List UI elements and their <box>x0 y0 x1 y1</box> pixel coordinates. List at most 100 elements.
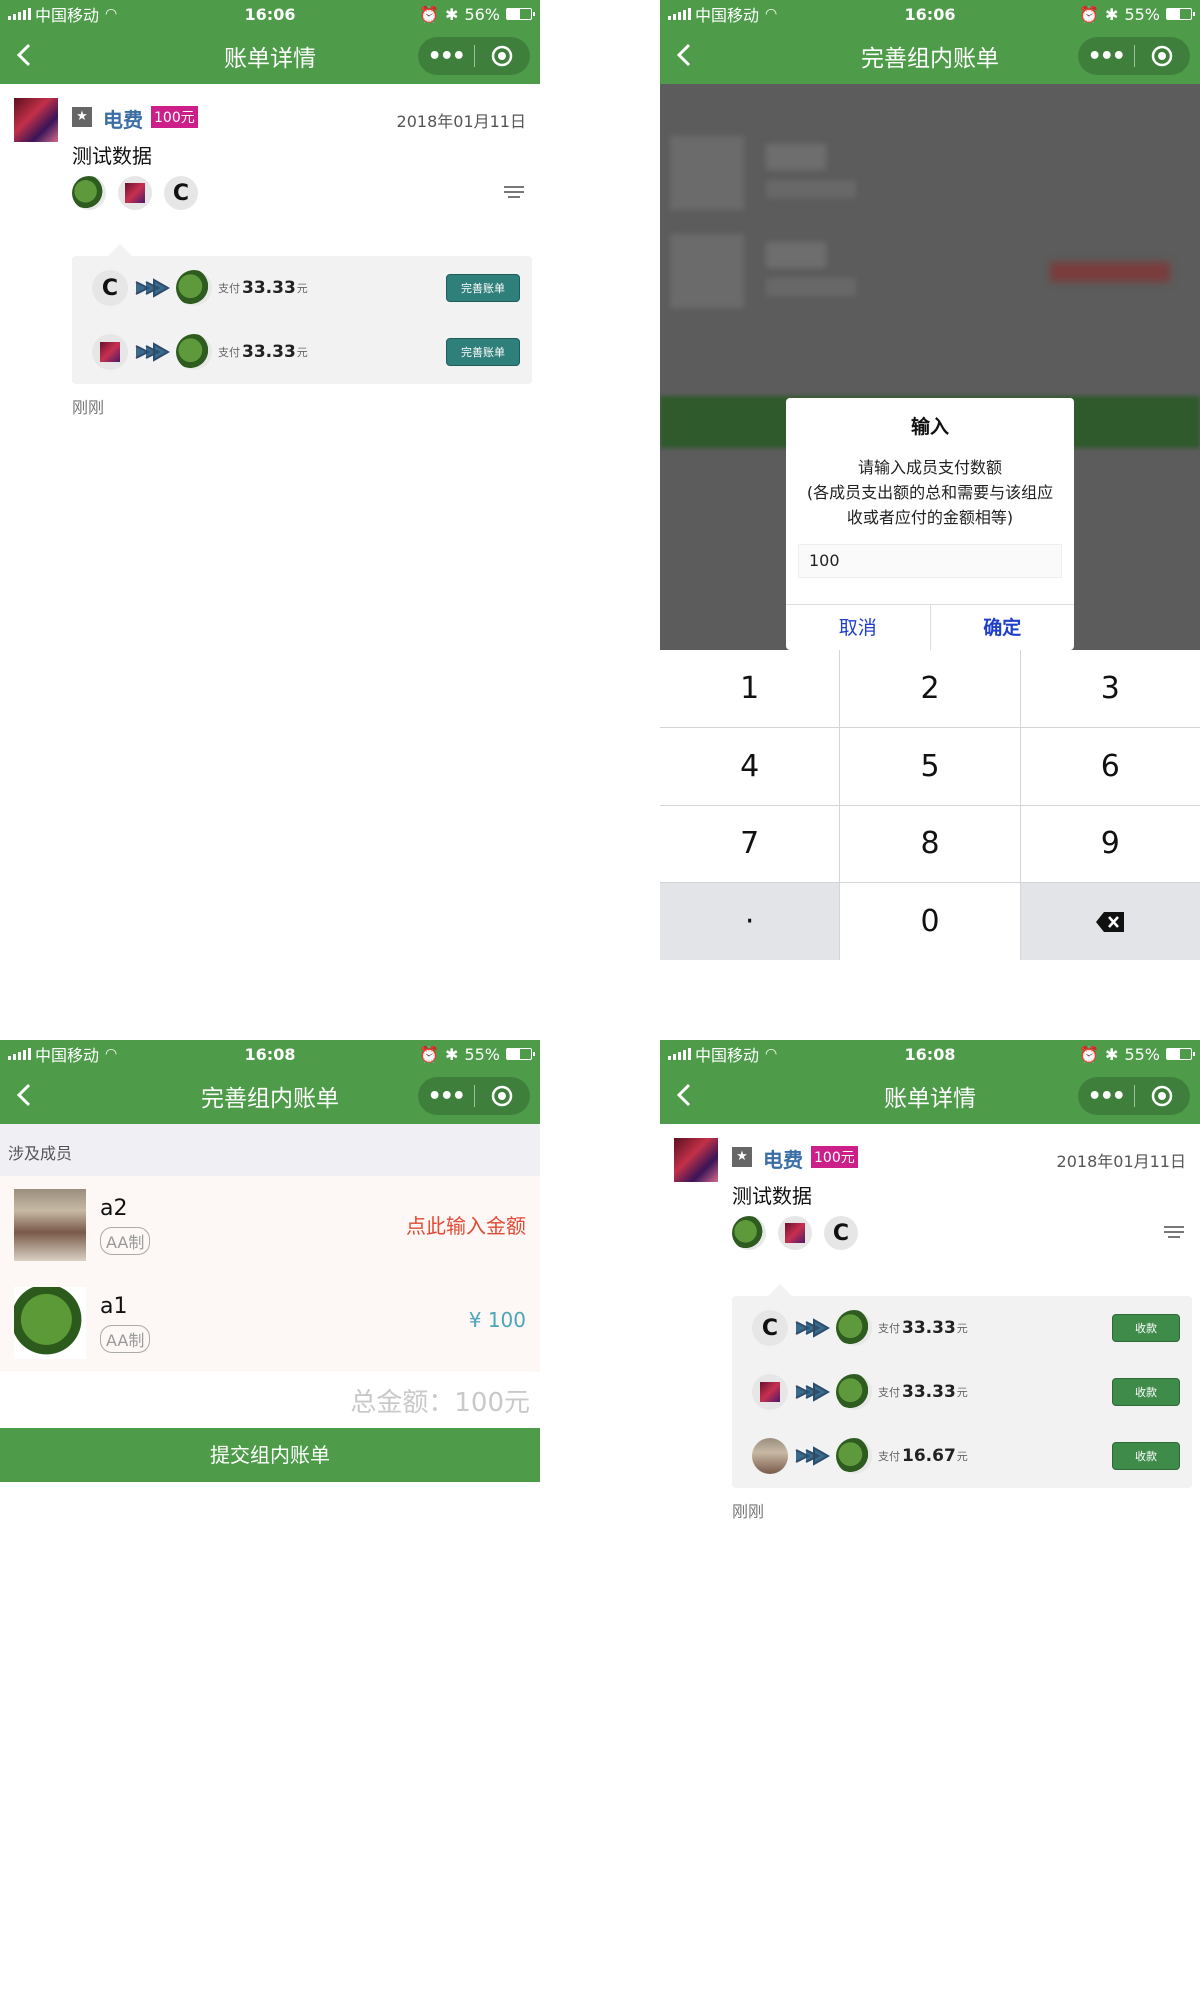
bill-thumbnail <box>674 1138 718 1182</box>
key-8[interactable]: 8 <box>840 805 1020 883</box>
avatar-picture[interactable] <box>118 176 152 210</box>
avatar-frog <box>836 1438 872 1474</box>
wifi-icon: ◠ <box>105 6 118 22</box>
amount-badge: 100元 <box>151 106 198 128</box>
signal-icon <box>8 1048 31 1060</box>
complete-bill-button[interactable]: 完善账单 <box>446 338 520 366</box>
key-1[interactable]: 1 <box>660 650 840 727</box>
member-avatars: C <box>72 176 198 210</box>
wifi-icon: ◠ <box>765 6 778 22</box>
payment-row: 支付 16.67 元 收款 <box>732 1424 1192 1488</box>
status-bar: 中国移动 ◠ 16:08 ⏰ ✱ 55% <box>660 1040 1200 1068</box>
pay-amount: 33.33 <box>242 342 296 362</box>
collect-button[interactable]: 收款 <box>1112 1314 1180 1342</box>
avatar-frog <box>176 334 212 370</box>
cancel-button[interactable]: 取消 <box>786 605 930 650</box>
member-name: a2 <box>100 1195 128 1221</box>
avatar-frog[interactable] <box>72 176 106 210</box>
bluetooth-icon: ✱ <box>1105 4 1119 24</box>
bill-detail-screen-1: 中国移动 ◠ 16:06 ⏰ ✱ 56% 账单详情 ••• ★ 电费 100元 … <box>0 0 540 990</box>
bill-description: 测试数据 <box>72 144 152 168</box>
bluetooth-icon: ✱ <box>445 4 459 24</box>
key-5[interactable]: 5 <box>840 727 1020 805</box>
star-icon[interactable]: ★ <box>732 1147 752 1167</box>
enter-amount-link[interactable]: 点此输入金额 <box>406 1210 526 1239</box>
pay-unit: 元 <box>296 346 308 359</box>
key-0[interactable]: 0 <box>840 883 1020 960</box>
member-row-a2[interactable]: a2 AA制 点此输入金额 <box>0 1176 540 1274</box>
collect-button[interactable]: 收款 <box>1112 1442 1180 1470</box>
submit-group-bill-button[interactable]: 提交组内账单 <box>0 1428 540 1482</box>
pay-amount: 16.67 <box>902 1446 956 1466</box>
section-title: 涉及成员 <box>0 1124 540 1176</box>
key-4[interactable]: 4 <box>660 727 840 805</box>
back-icon[interactable] <box>10 1080 40 1110</box>
carrier-label: 中国移动 <box>35 6 100 25</box>
key-6[interactable]: 6 <box>1020 727 1200 805</box>
time-ago: 刚刚 <box>72 398 105 417</box>
battery-percent: 55% <box>1124 4 1160 24</box>
arrow-icon <box>795 1318 830 1338</box>
avatar-c[interactable]: C <box>164 176 198 210</box>
avatar-c: C <box>92 270 128 306</box>
member-row-a1[interactable]: a1 AA制 ¥ 100 <box>0 1274 540 1372</box>
pay-label: 支付 <box>878 1386 900 1399</box>
avatar-c[interactable]: C <box>824 1216 858 1250</box>
star-icon[interactable]: ★ <box>72 107 92 127</box>
pay-label: 支付 <box>218 346 240 359</box>
arrow-icon <box>135 278 170 298</box>
member-amount[interactable]: ¥ 100 <box>469 1308 526 1332</box>
blurred-member <box>670 234 1190 314</box>
complete-bill-button[interactable]: 完善账单 <box>446 274 520 302</box>
backspace-key[interactable] <box>1020 883 1200 960</box>
back-icon[interactable] <box>670 1080 700 1110</box>
avatar-a1 <box>14 1287 86 1359</box>
signal-icon <box>8 8 31 20</box>
avatar-frog[interactable] <box>732 1216 766 1250</box>
payment-list: C 支付 33.33 元 完善账单 支付 33.33 元 完善账单 <box>72 244 532 384</box>
alarm-icon: ⏰ <box>419 4 440 24</box>
more-icon[interactable]: ••• <box>1078 44 1134 69</box>
avatar-a2 <box>14 1189 86 1261</box>
pay-label: 支付 <box>218 282 240 295</box>
key-7[interactable]: 7 <box>660 805 840 883</box>
key-3[interactable]: 3 <box>1020 650 1200 727</box>
pay-unit: 元 <box>956 1386 968 1399</box>
pay-unit: 元 <box>296 282 308 295</box>
page-title: 完善组内账单 <box>861 46 999 72</box>
status-bar: 中国移动 ◠ 16:06 ⏰ ✱ 55% <box>660 0 1200 28</box>
arrow-icon <box>795 1382 830 1402</box>
more-icon[interactable]: ••• <box>418 44 474 69</box>
key-9[interactable]: 9 <box>1020 805 1200 883</box>
more-icon[interactable]: ••• <box>418 1084 474 1109</box>
back-icon[interactable] <box>10 40 40 70</box>
carrier-label: 中国移动 <box>35 1046 100 1065</box>
filter-icon[interactable] <box>504 186 524 201</box>
pay-amount: 33.33 <box>242 278 296 298</box>
close-target-icon[interactable] <box>474 1084 530 1108</box>
bill-detail-screen-2: 中国移动 ◠ 16:08 ⏰ ✱ 55% 账单详情 ••• ★ 电费 100元 … <box>660 1040 1200 2000</box>
avatar-person <box>752 1438 788 1474</box>
avatar-frog <box>836 1374 872 1410</box>
bill-date: 2018年01月11日 <box>1056 1152 1186 1171</box>
back-icon[interactable] <box>670 40 700 70</box>
dialog-title: 输入 <box>910 416 949 438</box>
collect-button[interactable]: 收款 <box>1112 1378 1180 1406</box>
pay-unit: 元 <box>956 1450 968 1463</box>
bill-thumbnail <box>14 98 58 142</box>
avatar-picture[interactable] <box>778 1216 812 1250</box>
member-name: a1 <box>100 1293 128 1319</box>
confirm-button[interactable]: 确定 <box>929 605 1075 650</box>
pay-unit: 元 <box>956 1322 968 1335</box>
key-dot[interactable]: · <box>660 883 840 960</box>
close-target-icon[interactable] <box>474 44 530 68</box>
amount-input[interactable]: 100 <box>798 544 1062 578</box>
close-target-icon[interactable] <box>1134 44 1190 68</box>
amount-badge: 100元 <box>811 1146 858 1168</box>
close-target-icon[interactable] <box>1134 1084 1190 1108</box>
key-2[interactable]: 2 <box>840 650 1020 727</box>
page-title: 完善组内账单 <box>201 1086 339 1112</box>
more-icon[interactable]: ••• <box>1078 1084 1134 1109</box>
nav-bar: 完善组内账单 ••• <box>0 1068 540 1124</box>
filter-icon[interactable] <box>1164 1226 1184 1241</box>
